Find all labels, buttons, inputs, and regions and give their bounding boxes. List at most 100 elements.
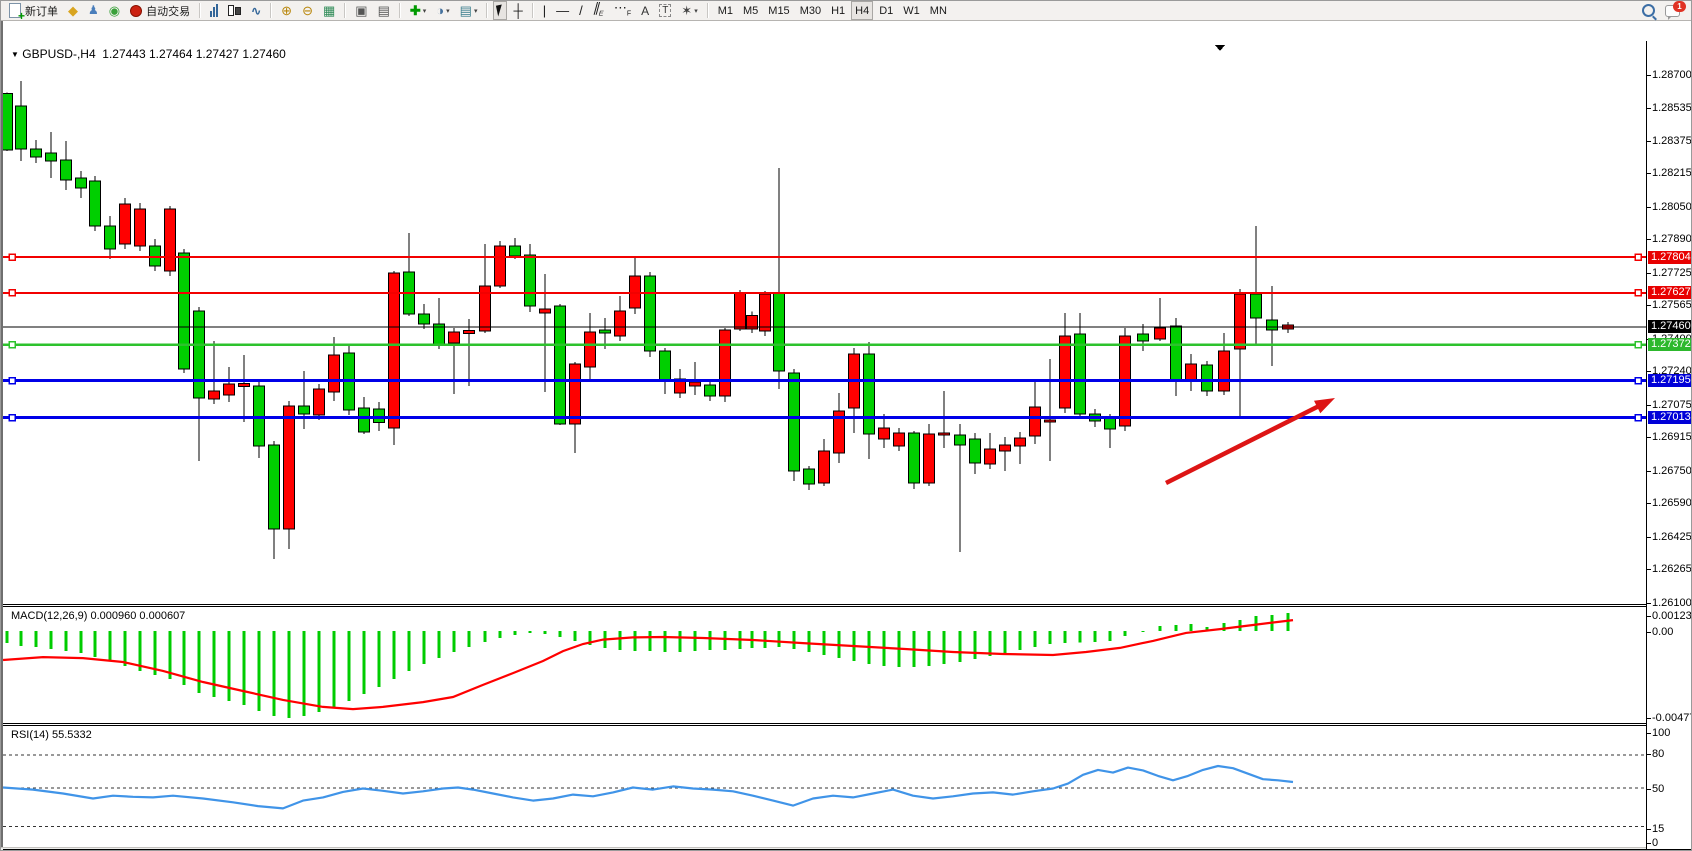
autotrade-icon (130, 5, 142, 17)
timeframe-d1-button[interactable]: D1 (875, 1, 897, 20)
mt4-window: +新订单◆♟◉自动交易∿⊕⊖▦▣▤✚▾◑▾▤▾┼|—/∥E⋯FAT✶▾M1M5M… (0, 0, 1692, 851)
autotrade-button[interactable]: 自动交易 (126, 1, 194, 20)
cursor-button[interactable] (493, 1, 507, 20)
price-tick: 1.28535 (1652, 102, 1692, 115)
current-price-badge: 1.27460 (1648, 320, 1692, 333)
line-handle[interactable] (1635, 378, 1641, 384)
signal-button[interactable]: ◉ (105, 1, 124, 20)
macd-tick: -0.004774 (1652, 712, 1692, 725)
timeframe-mn-button[interactable]: MN (926, 1, 951, 20)
zoom-in-icon: ⊕ (281, 4, 292, 17)
clock-icon: ◑ (436, 4, 444, 17)
price-badge-1.27627: 1.27627 (1648, 286, 1692, 299)
timeframe-h1-button[interactable]: H1 (827, 1, 849, 20)
crosshair-button[interactable]: ┼ (509, 1, 526, 20)
person-icon: ♟ (88, 4, 99, 17)
macd-label: MACD(12,26,9) 0.000960 0.000607 (11, 610, 185, 622)
price-tick: 1.26590 (1652, 497, 1692, 510)
dropdown-arrow-icon: ▾ (474, 7, 478, 15)
track-chart-button[interactable]: ▤ (374, 1, 394, 20)
annotation-arrow-head (1314, 398, 1335, 413)
market-widget-button[interactable]: ◆ (64, 1, 82, 20)
periods-button[interactable]: ◑▾ (432, 1, 453, 20)
line-handle[interactable] (9, 254, 15, 260)
chart-shift-marker[interactable] (1215, 45, 1225, 51)
timeframe-m30-button[interactable]: M30 (796, 1, 825, 20)
track-icon: ▤ (378, 4, 390, 17)
line-handle[interactable] (1635, 254, 1641, 260)
price-tick: 1.27565 (1652, 299, 1692, 312)
hline-button[interactable]: — (552, 1, 573, 20)
rsi-tick: 15 (1652, 823, 1664, 836)
candle-chart-icon (228, 4, 241, 17)
template-icon: ▤ (460, 4, 472, 17)
line-handle[interactable] (1635, 342, 1641, 348)
zoom-out-icon: ⊖ (302, 4, 313, 17)
macd-signal-line (3, 620, 1293, 709)
panel-divider[interactable] (3, 725, 1692, 726)
line-handle[interactable] (9, 415, 15, 421)
new-order-icon: + (9, 3, 21, 18)
indicators-button[interactable]: ✚▾ (406, 1, 430, 20)
toolbar-separator (532, 3, 534, 18)
line-handle[interactable] (9, 290, 15, 296)
price-tick: 1.26265 (1652, 563, 1692, 576)
text-label-button[interactable]: T (655, 1, 675, 20)
zoom-in-button[interactable]: ⊕ (277, 1, 296, 20)
horizontal-line-icon: — (556, 4, 569, 17)
price-tick: 1.26100 (1652, 597, 1692, 610)
shapes-button[interactable]: ✶▾ (677, 1, 701, 20)
zoom-out-button[interactable]: ⊖ (298, 1, 317, 20)
fibonacci-button[interactable]: ⋯F (610, 1, 635, 20)
price-chart-canvas[interactable] (3, 41, 1646, 604)
rsi-tick: 50 (1652, 783, 1664, 796)
arrange-icon: ▣ (355, 4, 367, 17)
channel-button[interactable]: ∥E (589, 1, 608, 20)
line-handle[interactable] (1635, 415, 1641, 421)
dropdown-arrow-icon: ▾ (423, 7, 427, 15)
trendline-button[interactable]: / (575, 1, 587, 20)
chart-collapse-icon[interactable]: ▼ (11, 50, 19, 59)
macd-canvas[interactable] (3, 607, 1646, 724)
fibonacci-icon: ⋯F (614, 1, 631, 21)
toolbar-separator (707, 3, 709, 18)
panel-divider[interactable] (3, 606, 1692, 607)
price-badge-1.27804: 1.27804 (1648, 251, 1692, 264)
price-tick: 1.28700 (1652, 69, 1692, 82)
rsi-canvas[interactable] (3, 726, 1646, 849)
toolbar-separator (486, 3, 488, 18)
crosshair-icon: ┼ (513, 4, 522, 17)
price-axis[interactable]: 1.287001.285351.283751.282151.280501.278… (1647, 41, 1692, 849)
chart-quote-ohlc: 1.27443 1.27464 1.27427 1.27460 (102, 47, 286, 61)
line-handle[interactable] (9, 342, 15, 348)
panel-divider[interactable] (3, 723, 1692, 724)
chat-button[interactable]: 1 (1661, 1, 1684, 20)
line-handle[interactable] (1635, 290, 1641, 296)
price-badge-1.27013: 1.27013 (1648, 411, 1692, 424)
signal-icon: ◉ (109, 4, 120, 17)
timeframe-m15-button[interactable]: M15 (764, 1, 793, 20)
timeframe-h4-button[interactable]: H4 (851, 1, 873, 20)
arrange-charts-button[interactable]: ▣ (351, 1, 371, 20)
rsi-tick: 80 (1652, 748, 1664, 761)
candle-chart-button[interactable] (224, 1, 245, 20)
vline-button[interactable]: | (539, 1, 550, 20)
search-button[interactable] (1638, 1, 1659, 20)
bar-chart-icon (210, 4, 218, 17)
line-handle[interactable] (9, 378, 15, 384)
profile-button[interactable]: ♟ (84, 1, 103, 20)
timeframe-m1-button[interactable]: M1 (714, 1, 737, 20)
tile-windows-button[interactable]: ▦ (319, 1, 339, 20)
timeframe-m5-button[interactable]: M5 (739, 1, 762, 20)
rsi-line (3, 766, 1293, 808)
timeframe-w1-button[interactable]: W1 (899, 1, 924, 20)
line-chart-button[interactable]: ∿ (247, 1, 265, 20)
cursor-icon (496, 4, 504, 16)
new-order-button[interactable]: +新订单 (5, 1, 62, 20)
rsi-tick: 0 (1652, 837, 1658, 850)
bar-chart-button[interactable] (206, 1, 222, 20)
templates-button[interactable]: ▤▾ (456, 1, 482, 20)
text-button[interactable]: A (637, 1, 653, 20)
text-label-icon: T (659, 4, 671, 17)
panel-divider[interactable] (3, 604, 1692, 605)
